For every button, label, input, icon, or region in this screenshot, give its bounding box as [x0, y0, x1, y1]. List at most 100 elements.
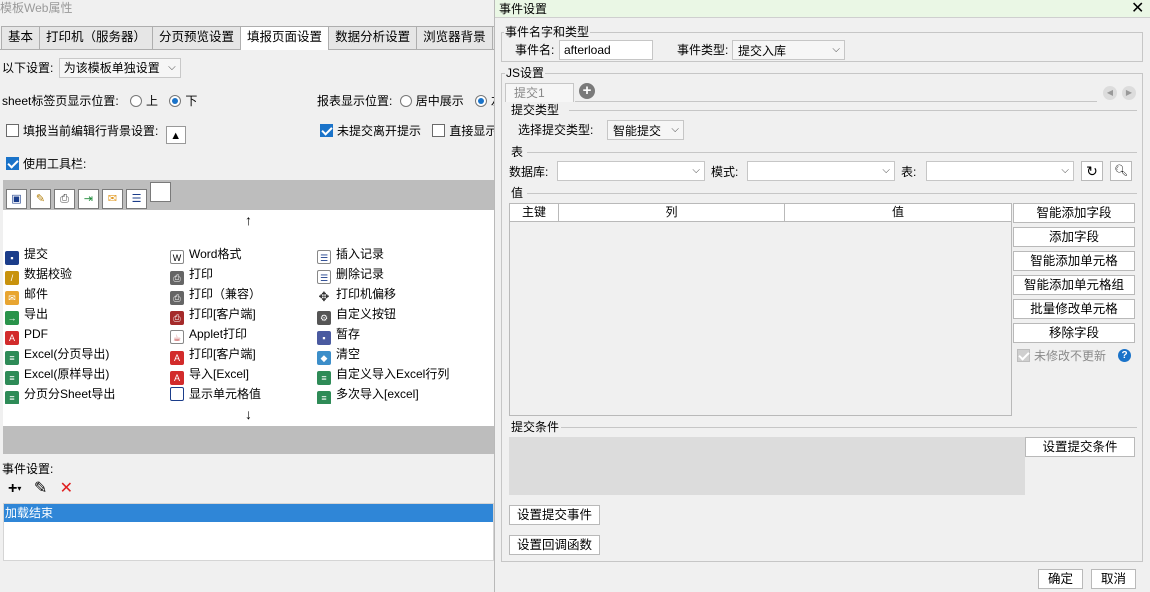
tab-bar: 基本打印机（服务器）分页预览设置填报页面设置数据分析设置浏览器背景引: [1, 26, 494, 50]
edit-icon[interactable]: ✎: [30, 189, 51, 209]
list-item[interactable]: ⎙ 打印: [170, 264, 213, 285]
scope-select[interactable]: 为该模板单独设置 ⌵: [58, 58, 181, 78]
list-item[interactable]: ▪ 提交: [5, 244, 48, 265]
list-item[interactable]: ≡ 自定义导入Excel行列: [317, 364, 449, 385]
event-name-input[interactable]: afterload: [559, 40, 653, 60]
database-select[interactable]: ⌵: [557, 161, 705, 181]
list-item[interactable]: ⎙ 打印[客户端]: [170, 304, 256, 325]
list-item-label: 打印[客户端]: [189, 347, 256, 361]
close-icon[interactable]: ✕: [1131, 0, 1144, 18]
help-icon[interactable]: ?: [1118, 349, 1131, 362]
list-item[interactable]: ▪ 暂存: [317, 324, 360, 345]
set-submit-event-button[interactable]: 设置提交事件: [509, 505, 600, 525]
tab-submit1[interactable]: 提交1: [505, 83, 574, 102]
print-icon[interactable]: ⎙: [54, 189, 75, 209]
add-tab-icon[interactable]: +: [579, 83, 595, 99]
smart-add-cell-group-button[interactable]: 智能添加单元格组: [1013, 275, 1135, 295]
submit-type-select[interactable]: 智能提交 ⌵: [607, 120, 684, 140]
submit-condition-area[interactable]: [509, 437, 1025, 495]
mail-icon[interactable]: ✉: [102, 189, 123, 209]
list-item[interactable]: A PDF: [5, 324, 48, 345]
radio-left[interactable]: 左: [475, 94, 494, 108]
edit-icon[interactable]: ✎: [34, 480, 47, 497]
row-bg-checkbox[interactable]: [6, 124, 19, 137]
chevron-down-icon[interactable]: ▾: [17, 484, 21, 493]
event-toolbar: +▾ ✎ ✕: [8, 479, 73, 499]
scroll-left-icon[interactable]: ◀: [1103, 86, 1117, 100]
list-item-label: 显示单元格值: [189, 387, 262, 401]
export-icon[interactable]: ⇥: [78, 189, 99, 209]
scroll-right-icon[interactable]: ▶: [1122, 86, 1136, 100]
blank-icon[interactable]: [150, 182, 171, 202]
tab-printer[interactable]: 打印机（服务器）: [39, 26, 154, 49]
insert-row-icon[interactable]: ☰: [126, 189, 147, 209]
col-key-header[interactable]: 主键: [510, 204, 559, 221]
list-item[interactable]: ⚙ 自定义按钮: [317, 304, 396, 325]
list-item[interactable]: → 导出: [5, 304, 48, 325]
table-header: 主键 列 值: [510, 204, 1011, 222]
list-item[interactable]: A 打印[客户端]: [170, 344, 256, 365]
smart-add-cell-button[interactable]: 智能添加单元格: [1013, 251, 1135, 271]
col-column-header[interactable]: 列: [559, 204, 785, 221]
sheet-pos-label: sheet标签页显示位置:: [2, 94, 119, 108]
list-item[interactable]: ⎙ 打印（兼容）: [170, 284, 261, 305]
list-item[interactable]: ✉ 邮件: [5, 284, 48, 305]
tab-browser-bg[interactable]: 浏览器背景: [416, 26, 493, 49]
save-icon[interactable]: ▣: [6, 189, 27, 209]
list-item[interactable]: ≡ 多次导入[excel]: [317, 384, 419, 405]
remove-field-button[interactable]: 移除字段: [1013, 323, 1135, 343]
event-type-select[interactable]: 提交入库 ⌵: [732, 40, 845, 60]
list-item[interactable]: ◆ 清空: [317, 344, 360, 365]
cancel-button[interactable]: 取消: [1091, 569, 1136, 589]
smart-add-field-button[interactable]: 智能添加字段: [1013, 203, 1135, 223]
tab-fill-page[interactable]: 填报页面设置: [240, 26, 330, 50]
refresh-icon[interactable]: ↻: [1081, 161, 1103, 181]
list-item[interactable]: ✥ 打印机偏移: [317, 284, 396, 304]
ok-button[interactable]: 确定: [1038, 569, 1083, 589]
list-item[interactable]: 显示单元格值: [170, 384, 261, 404]
paint-bucket-icon[interactable]: ▲: [165, 126, 186, 144]
tab-basic[interactable]: 基本: [1, 26, 41, 49]
list-item[interactable]: ☰ 插入记录: [317, 244, 384, 264]
save-draft-icon: ▪: [317, 331, 331, 345]
import-excel-icon: A: [170, 371, 184, 385]
radio-top[interactable]: 上: [130, 94, 158, 108]
list-item-label: 打印[客户端]: [189, 307, 256, 321]
list-item[interactable]: A 导入[Excel]: [170, 364, 249, 385]
event-item-selected[interactable]: 加载结束: [4, 504, 493, 522]
set-condition-button[interactable]: 设置提交条件: [1025, 437, 1135, 457]
radio-bottom[interactable]: 下: [169, 94, 197, 108]
list-item-label: Word格式: [189, 247, 242, 261]
unsubmit-checkbox[interactable]: [320, 124, 333, 137]
move-down-icon[interactable]: ↓: [3, 404, 494, 426]
use-toolbar-checkbox[interactable]: [6, 157, 19, 170]
mode-select[interactable]: ⌵: [747, 161, 895, 181]
event-name-label: 事件名:: [515, 43, 555, 57]
col-value-header[interactable]: 值: [785, 204, 1011, 221]
table-select[interactable]: ⌵: [926, 161, 1074, 181]
list-item[interactable]: ☰ 删除记录: [317, 264, 384, 284]
delete-icon[interactable]: ✕: [60, 480, 73, 497]
submit-type-section: 提交类型: [511, 103, 560, 117]
list-item[interactable]: ≡ 分页分Sheet导出: [5, 384, 115, 405]
table-label: 表:: [901, 165, 917, 179]
set-callback-button[interactable]: 设置回调函数: [509, 535, 600, 555]
direct-show-checkbox[interactable]: [432, 124, 446, 137]
no-update-checkbox[interactable]: [1017, 349, 1030, 362]
list-item[interactable]: W Word格式: [170, 244, 241, 264]
list-item[interactable]: ☕ Applet打印: [170, 324, 247, 344]
list-item[interactable]: ≡ Excel(原样导出): [5, 364, 109, 385]
db-label: 数据库:: [509, 165, 549, 179]
add-icon[interactable]: +: [8, 480, 17, 497]
scope-value: 为该模板单独设置: [63, 61, 160, 75]
tab-data-analysis[interactable]: 数据分析设置: [328, 26, 418, 49]
list-item[interactable]: / 数据校验: [5, 264, 72, 285]
add-field-button[interactable]: 添加字段: [1013, 227, 1135, 247]
move-up-icon[interactable]: ↑: [3, 210, 494, 232]
save-icon: ▪: [5, 251, 19, 265]
tab-page-preview[interactable]: 分页预览设置: [152, 26, 242, 49]
batch-edit-cell-button[interactable]: 批量修改单元格: [1013, 299, 1135, 319]
list-item[interactable]: ≡ Excel(分页导出): [5, 344, 109, 365]
search-icon[interactable]: 🔍︎: [1110, 161, 1132, 181]
radio-center[interactable]: 居中展示: [399, 94, 464, 108]
